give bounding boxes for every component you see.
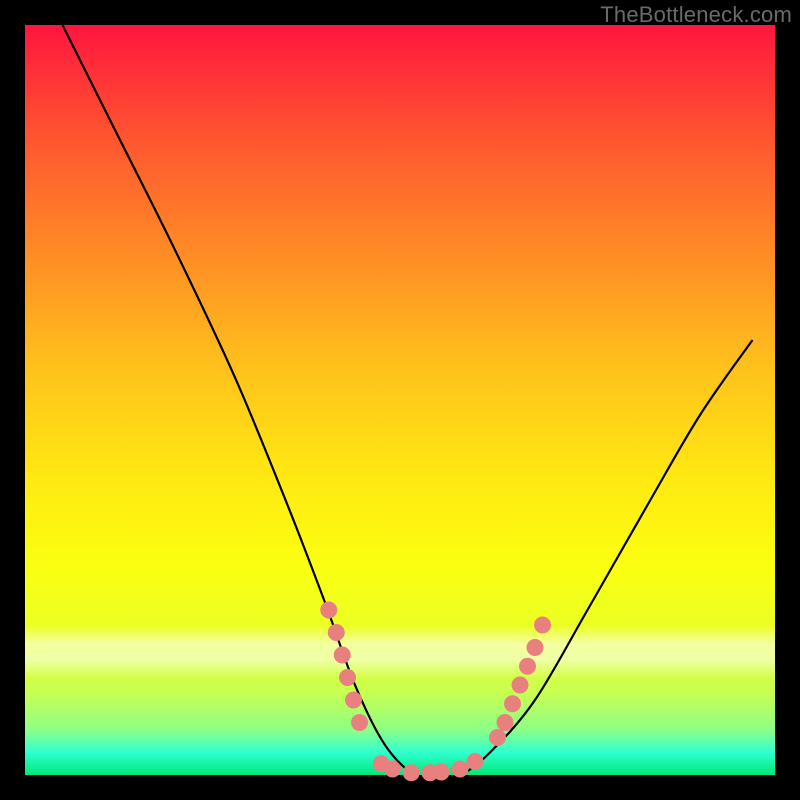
highlight-dot xyxy=(351,714,368,731)
highlight-dot xyxy=(519,658,536,675)
curve-line xyxy=(63,25,753,777)
plot-area xyxy=(25,25,775,775)
chart-svg xyxy=(25,25,775,775)
highlight-dot xyxy=(403,764,420,781)
highlight-dot xyxy=(320,602,337,619)
highlight-dot xyxy=(345,692,362,709)
highlight-dot xyxy=(497,714,514,731)
highlight-dot xyxy=(433,764,450,781)
highlight-dot xyxy=(527,639,544,656)
bottleneck-curve xyxy=(63,25,753,777)
watermark-text: TheBottleneck.com xyxy=(600,2,792,28)
highlight-dot xyxy=(384,761,401,778)
highlight-dot xyxy=(504,695,521,712)
highlight-dot xyxy=(489,729,506,746)
highlight-dot xyxy=(512,677,529,694)
highlight-dot xyxy=(339,669,356,686)
highlight-dot xyxy=(328,624,345,641)
highlight-dot xyxy=(452,761,469,778)
highlight-dot xyxy=(534,617,551,634)
highlight-dots xyxy=(320,602,551,782)
highlight-dot xyxy=(334,647,351,664)
highlight-dot xyxy=(467,753,484,770)
